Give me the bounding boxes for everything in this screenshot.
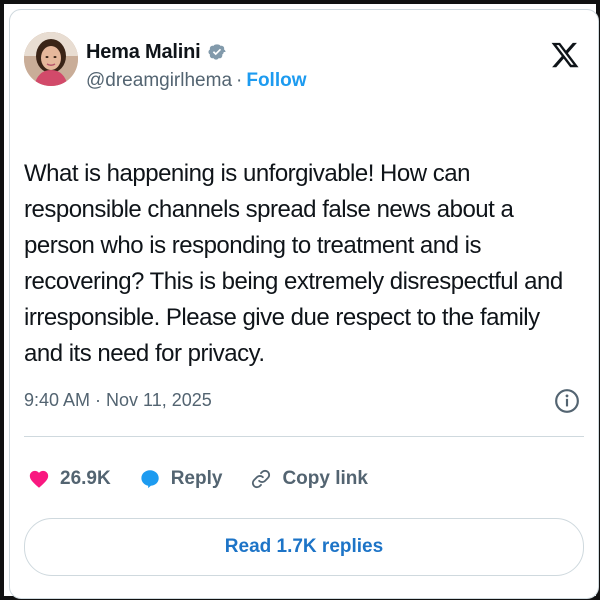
tweet-embed-card: Hema Malini @dreamgirlhema · Follow What… — [9, 9, 599, 599]
like-button[interactable]: 26.9K — [28, 468, 111, 490]
avatar[interactable] — [24, 32, 78, 86]
like-count: 26.9K — [60, 468, 111, 489]
reply-bubble-icon — [141, 470, 159, 489]
tweet-timestamp[interactable]: 9:40 AM · Nov 11, 2025 — [24, 390, 212, 411]
x-logo-icon[interactable] — [550, 40, 580, 70]
separator-dot: · — [236, 70, 243, 91]
verified-badge-icon — [207, 44, 226, 60]
tweet-text: What is happening is unforgivable! How c… — [24, 160, 576, 367]
link-icon — [252, 469, 271, 489]
screenshot-frame: Hema Malini @dreamgirlhema · Follow What… — [0, 0, 600, 600]
read-replies-label: Read 1.7K replies — [224, 536, 384, 557]
copy-link-button[interactable]: Copy link — [250, 468, 368, 490]
profile-photo — [24, 32, 78, 86]
author-name[interactable]: Hema Malini — [86, 41, 201, 64]
heart-icon — [29, 470, 49, 488]
author-handle[interactable]: @dreamgirlhema — [86, 70, 232, 92]
author-name-row: Hema Malini — [86, 38, 227, 66]
read-replies-button[interactable]: Read 1.7K replies — [24, 518, 584, 576]
copy-link-label: Copy link — [282, 468, 368, 489]
action-bar: 26.9K Reply Copy link — [28, 462, 396, 496]
follow-button[interactable]: Follow — [246, 70, 306, 92]
reply-button[interactable]: Reply — [139, 468, 223, 490]
reply-label: Reply — [170, 468, 223, 489]
divider — [24, 436, 584, 437]
info-icon[interactable] — [554, 388, 580, 414]
author-handle-row: @dreamgirlhema · Follow — [86, 67, 307, 95]
